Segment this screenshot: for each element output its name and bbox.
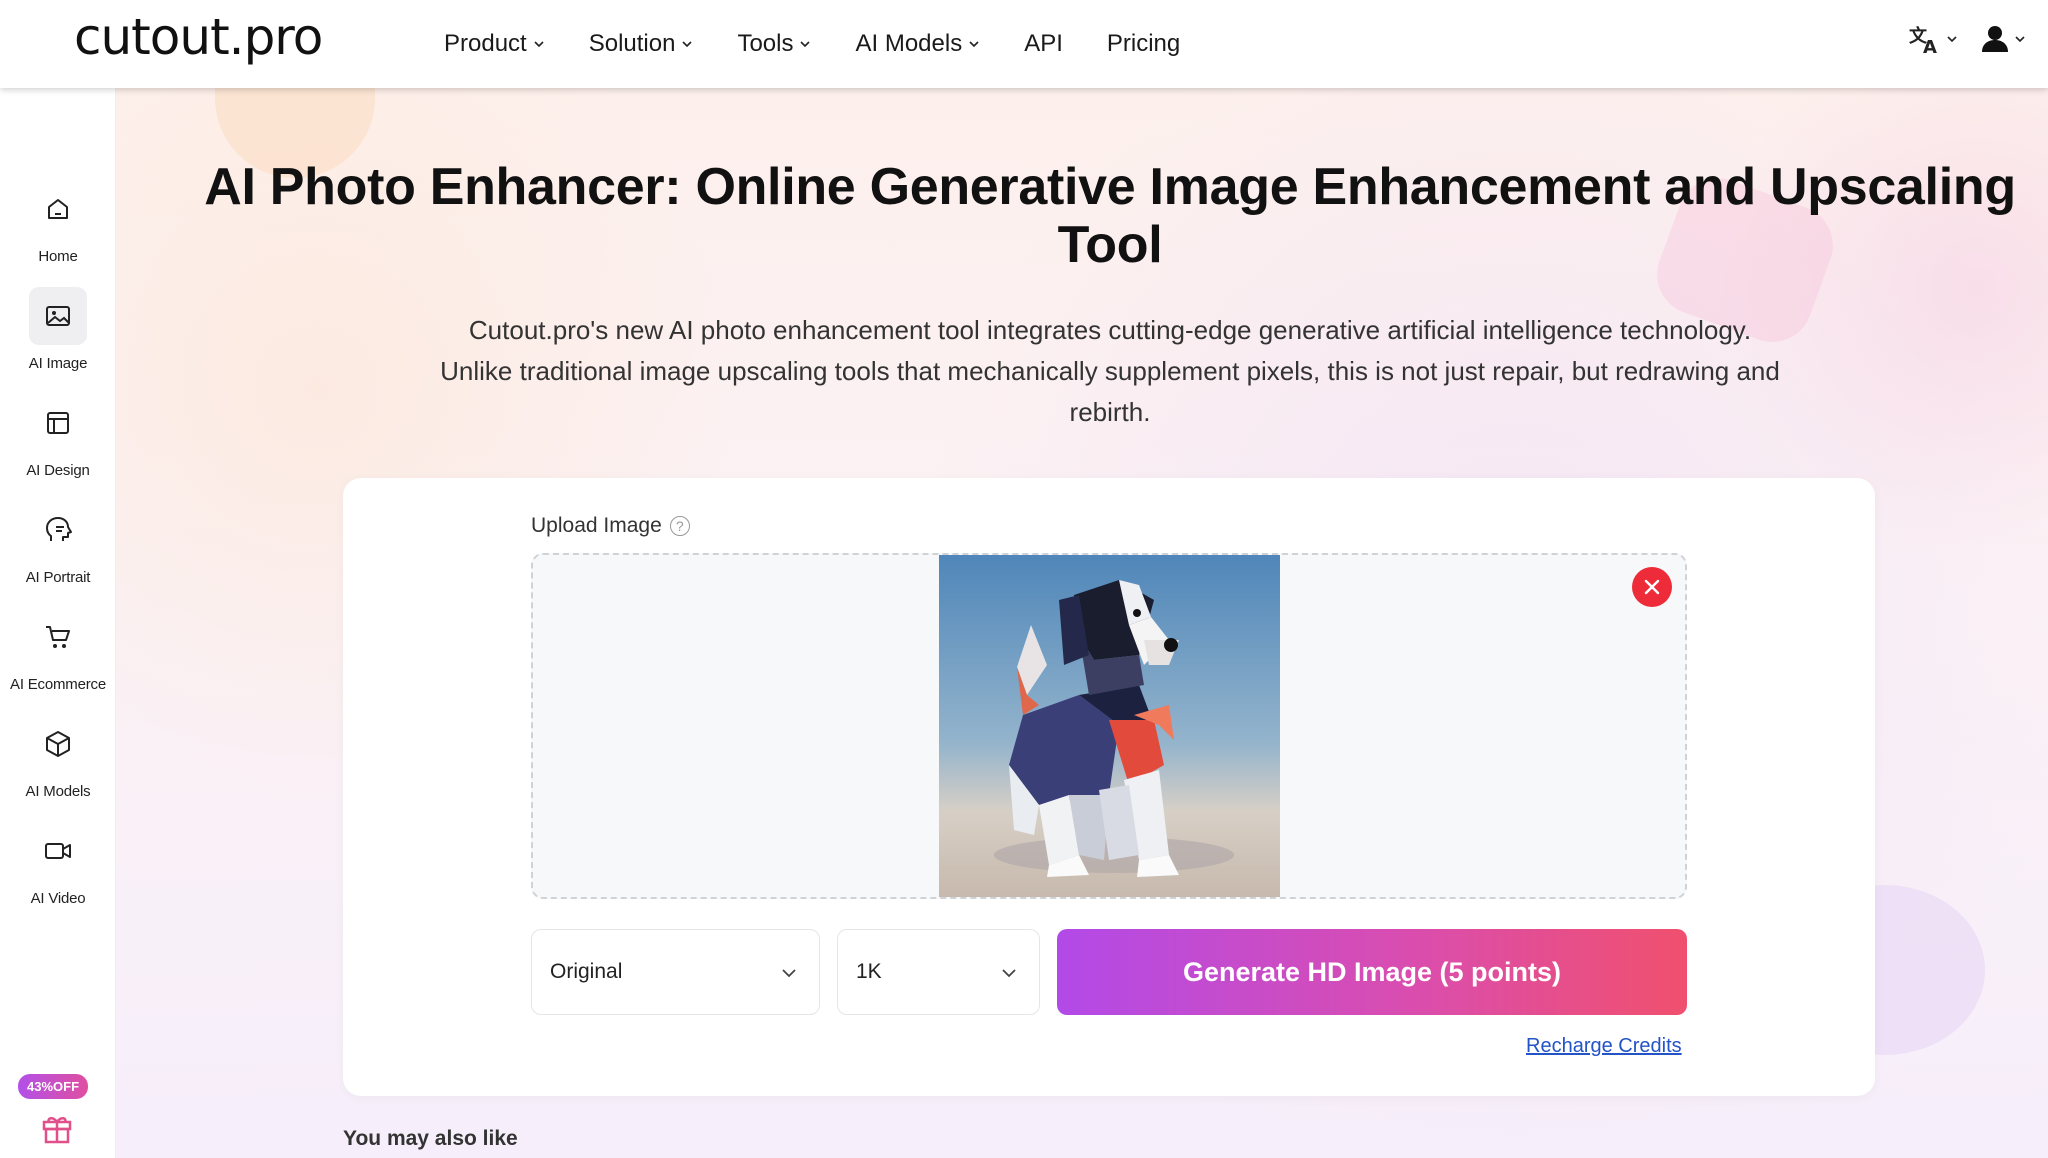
close-icon xyxy=(1644,579,1660,595)
chevron-down-icon xyxy=(1002,969,1016,978)
sidebar-item-ai-ecommerce[interactable]: AI Ecommerce xyxy=(0,608,116,693)
uploaded-image-preview xyxy=(939,555,1280,897)
translate-icon: 文 A xyxy=(1909,25,1937,56)
sidebar-item-label: Home xyxy=(38,248,78,265)
user-icon xyxy=(1982,26,2008,52)
sidebar-item-label: AI Image xyxy=(28,355,88,372)
cart-icon xyxy=(29,608,87,666)
image-icon xyxy=(29,287,87,345)
chevron-down-icon xyxy=(969,41,979,48)
nav-ai-models-label: AI Models xyxy=(855,30,963,57)
chevron-down-icon xyxy=(682,41,693,48)
gift-icon[interactable] xyxy=(40,1110,74,1149)
sidebar-item-home[interactable]: Home xyxy=(0,180,116,265)
sidebar-item-label: AI Design xyxy=(26,462,90,479)
resolution-select[interactable]: 1K xyxy=(837,929,1040,1015)
help-icon[interactable]: ? xyxy=(669,516,690,536)
sidebar-item-ai-image[interactable]: AI Image xyxy=(0,287,116,372)
account-menu[interactable] xyxy=(1980,24,2026,54)
layout-icon xyxy=(29,394,87,452)
sidebar-item-ai-design[interactable]: AI Design xyxy=(0,394,116,479)
video-icon xyxy=(29,822,87,880)
portrait-icon xyxy=(29,501,87,559)
page-title: AI Photo Enhancer: Online Generative Ima… xyxy=(204,158,2016,274)
nav-pricing[interactable]: Pricing xyxy=(1107,30,1180,58)
upload-label-text: Upload Image xyxy=(531,514,662,537)
home-icon xyxy=(29,180,87,238)
sidebar-item-ai-portrait[interactable]: AI Portrait xyxy=(0,501,116,586)
nav-tools[interactable]: Tools xyxy=(737,30,811,58)
sidebar-item-label: AI Models xyxy=(25,783,91,800)
sidebar-item-label: AI Portrait xyxy=(25,569,91,586)
left-sidebar: Home AI Image AI Design AI Portrait AI E… xyxy=(0,88,116,1158)
you-may-also-like-heading: You may also like xyxy=(343,1127,518,1150)
discount-badge[interactable]: 43%OFF xyxy=(18,1074,89,1099)
mode-select-value: Original xyxy=(550,960,623,983)
mode-select[interactable]: Original xyxy=(531,929,820,1015)
main-nav: Product Solution Tools AI Models API Pri… xyxy=(444,0,1224,88)
svg-text:A: A xyxy=(1923,37,1937,56)
sidebar-item-label: AI Ecommerce xyxy=(10,676,106,693)
chevron-down-icon xyxy=(2015,36,2025,43)
language-switcher[interactable]: 文 A xyxy=(1908,22,1958,56)
nav-api[interactable]: API xyxy=(1024,30,1063,58)
sidebar-item-ai-models[interactable]: AI Models xyxy=(0,715,116,800)
nav-api-label: API xyxy=(1024,30,1063,57)
nav-solution[interactable]: Solution xyxy=(589,30,694,58)
chevron-down-icon xyxy=(800,41,811,48)
recharge-credits-link[interactable]: Recharge Credits xyxy=(1526,1035,1682,1058)
chevron-down-icon xyxy=(1947,36,1957,43)
page-subtitle: Cutout.pro's new AI photo enhancement to… xyxy=(440,315,1780,427)
resolution-select-value: 1K xyxy=(856,960,882,983)
remove-image-button[interactable] xyxy=(1632,567,1672,607)
nav-tools-label: Tools xyxy=(737,30,794,57)
generate-hd-button[interactable]: Generate HD Image (5 points) xyxy=(1057,929,1687,1015)
top-navigation-bar: cutout.pro Product Solution Tools AI Mod… xyxy=(0,0,2048,88)
site-logo[interactable]: cutout.pro xyxy=(74,8,323,66)
nav-product-label: Product xyxy=(444,30,527,57)
nav-pricing-label: Pricing xyxy=(1106,30,1181,57)
header-actions: 文 A xyxy=(1908,22,2026,56)
chevron-down-icon xyxy=(782,969,796,978)
nav-product[interactable]: Product xyxy=(444,30,545,58)
sidebar-item-label: AI Video xyxy=(30,890,86,907)
chevron-down-icon xyxy=(534,41,544,48)
sidebar-item-ai-video[interactable]: AI Video xyxy=(0,822,116,907)
nav-solution-label: Solution xyxy=(588,30,676,57)
nav-ai-models[interactable]: AI Models xyxy=(855,30,980,58)
cube-icon xyxy=(29,715,87,773)
upload-label: Upload Image ? xyxy=(531,514,690,538)
